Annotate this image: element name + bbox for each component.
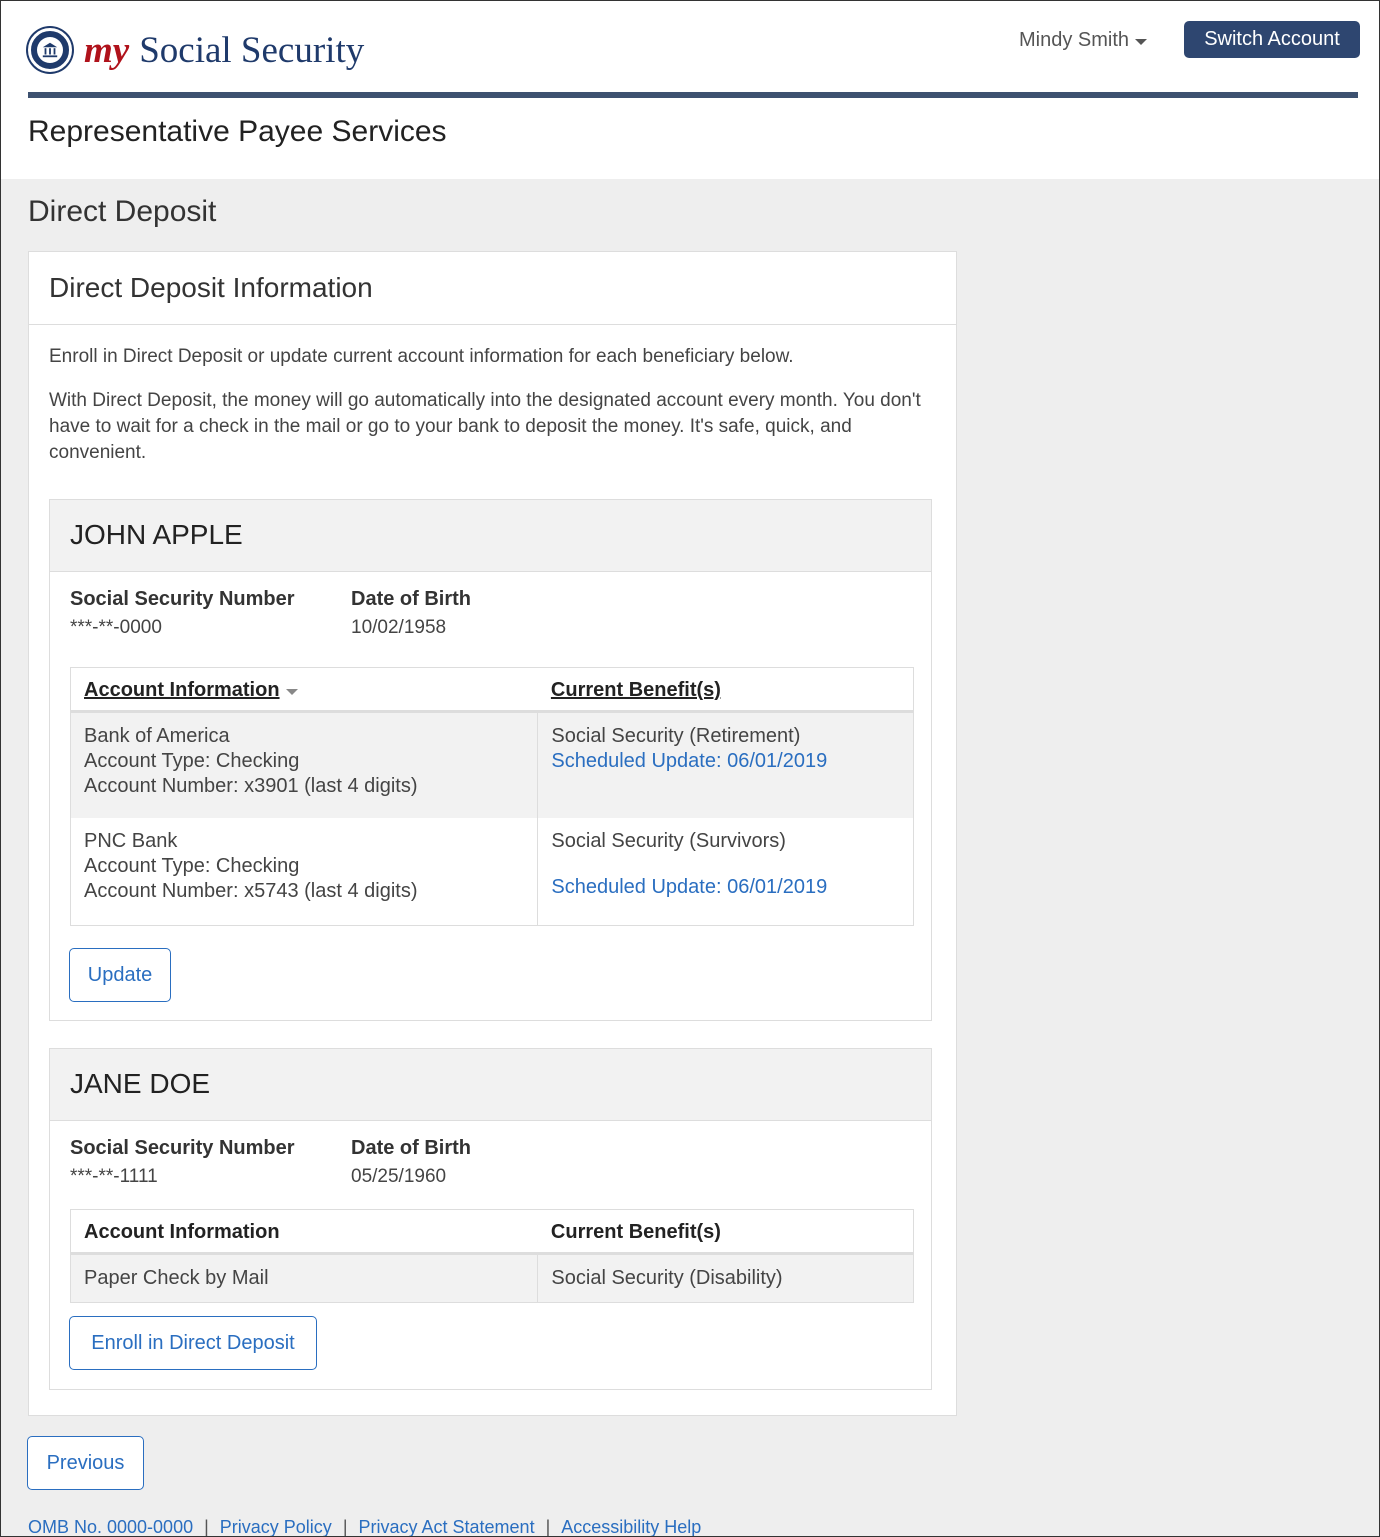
ssn-field: Social Security Number ***-**-1111 [70,1137,295,1188]
current-benefits-column-header[interactable]: Current Benefit(s) [537,667,914,713]
dob-label: Date of Birth [351,1137,471,1159]
update-button[interactable]: Update [69,948,171,1002]
ssa-seal-icon [28,28,72,72]
account-table: Account Information Current Benefit(s) P… [70,1209,914,1303]
beneficiary-card: JOHN APPLE Social Security Number ***-**… [49,499,932,1021]
benefit-cell: Social Security (Retirement) Scheduled U… [537,711,914,818]
user-menu[interactable]: Mindy Smith [1019,29,1148,52]
beneficiary-details: Social Security Number ***-**-0000 Date … [50,572,931,667]
account-number: Account Number: x5743 (last 4 digits) [84,879,418,902]
dob-label: Date of Birth [351,588,471,610]
bank-name: PNC Bank [84,829,178,852]
switch-account-button[interactable]: Switch Account [1184,21,1360,58]
privacy-act-link[interactable]: Privacy Act Statement [359,1517,535,1536]
direct-deposit-panel: Direct Deposit Information Enroll in Dir… [28,251,957,1416]
footer-separator: | [204,1517,209,1537]
omb-number: OMB No. 0000-0000 [28,1517,194,1537]
benefit-cell: Social Security (Disability) [537,1253,914,1303]
footer-separator: | [342,1517,348,1537]
enroll-direct-deposit-button[interactable]: Enroll in Direct Deposit [69,1316,317,1370]
account-cell: PNC Bank Account Type: Checking Account … [71,818,538,926]
caret-down-icon [285,688,298,695]
benefit-type: Social Security (Retirement) [551,725,801,747]
dob-field: Date of Birth 10/02/1958 [351,588,471,639]
intro-text: Enroll in Direct Deposit or update curre… [49,344,929,466]
intro-paragraph-2: With Direct Deposit, the money will go a… [49,390,921,463]
page: my Social Security Mindy Smith Switch Acc… [0,0,1380,1537]
footer-links: OMB No. 0000-0000 | Privacy Policy | Privacy… [28,1517,701,1537]
privacy-policy-link[interactable]: Privacy Policy [220,1517,332,1536]
table-row: Paper Check by Mail Social Security (Dis… [70,1253,914,1303]
benefit-cell: Social Security (Survivors) Scheduled Up… [537,817,914,926]
ssn-label: Social Security Number [70,1137,295,1159]
account-cell: Bank of America Account Type: Checking A… [70,711,538,818]
account-type: Account Type: Checking [84,750,300,772]
account-information-column-header[interactable]: Account Information [70,667,538,713]
brand-title: my Social Security [84,29,364,72]
beneficiary-details: Social Security Number ***-**-1111 Date … [50,1121,931,1216]
account-table: Account Information Current Benefit(s) B… [70,667,914,926]
header-divider [28,92,1358,98]
site-header: my Social Security Mindy Smith Switch Acc… [1,1,1379,179]
dob-value: 05/25/1960 [351,1166,447,1187]
footer-separator: | [545,1517,551,1537]
dob-value: 10/02/1958 [351,617,447,638]
beneficiary-name: JOHN APPLE [50,500,931,572]
page-title: Direct Deposit [28,195,217,228]
account-information-column-header: Account Information [70,1209,538,1255]
account-type: Account Type: Checking [84,854,300,877]
table-row: PNC Bank Account Type: Checking Account … [71,817,914,926]
bank-name: Bank of America [84,725,230,747]
ssn-label: Social Security Number [70,588,295,610]
account-number: Account Number: x3901 (last 4 digits) [84,775,418,797]
previous-button[interactable]: Previous [27,1436,144,1490]
site-logo[interactable]: my Social Security [28,28,364,72]
ssn-field: Social Security Number ***-**-0000 [70,588,295,639]
panel-title: Direct Deposit Information [29,252,956,325]
table-row: Bank of America Account Type: Checking A… [70,711,914,818]
account-cell: Paper Check by Mail [70,1253,538,1303]
main-content: Direct Deposit Direct Deposit Informatio… [1,179,1379,1537]
scheduled-update-link[interactable]: Scheduled Update: 06/01/2019 [551,875,900,900]
caret-down-icon [1135,38,1148,45]
service-title: Representative Payee Services [28,115,447,148]
ssn-value: ***-**-1111 [70,1166,158,1187]
current-benefits-column-header: Current Benefit(s) [537,1209,914,1255]
scheduled-update-link[interactable]: Scheduled Update: 06/01/2019 [551,749,900,774]
benefit-type: Social Security (Survivors) [551,829,786,852]
ssn-value: ***-**-0000 [70,617,162,638]
dob-field: Date of Birth 05/25/1960 [351,1137,471,1188]
column-header-label: Account Information [84,679,280,701]
accessibility-help-link[interactable]: Accessibility Help [561,1517,701,1536]
user-name: Mindy Smith [1019,29,1130,51]
beneficiary-name: JANE DOE [50,1049,931,1121]
intro-paragraph-1: Enroll in Direct Deposit or update curre… [49,346,794,367]
column-header-label: Current Benefit(s) [550,679,721,701]
brand-my: my [84,29,130,71]
beneficiary-card: JANE DOE Social Security Number ***-**-1… [49,1048,932,1390]
brand-name: Social Security [139,29,365,71]
